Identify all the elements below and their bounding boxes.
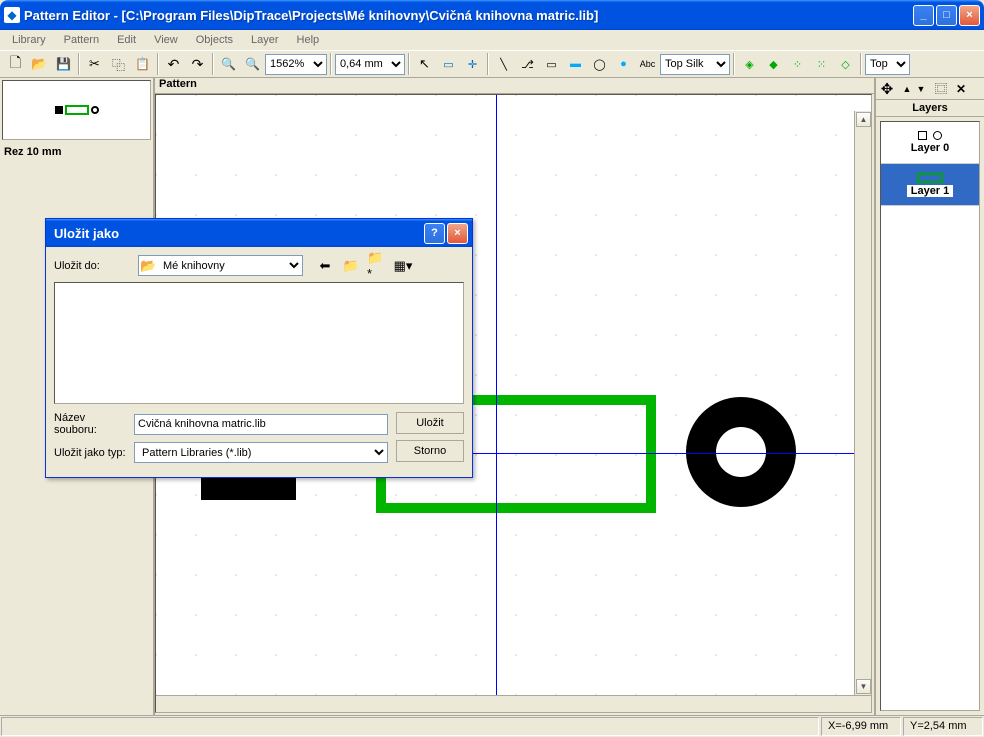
save-in-select[interactable]: Mé knihovny (138, 255, 303, 276)
polyline-tool-icon[interactable] (516, 53, 539, 75)
nav-views-icon[interactable]: ▦▾ (393, 256, 413, 276)
dialog-close-button[interactable]: × (447, 223, 468, 244)
status-bar: X=-6,99 mm Y=2,54 mm (0, 715, 984, 737)
window-titlebar: Pattern Editor - [C:\Program Files\DipTr… (0, 0, 984, 30)
layer-row-1[interactable]: Layer 1 (881, 164, 979, 206)
dialog-title: Uložit jako (50, 226, 422, 241)
filetype-select[interactable]: Pattern Libraries (*.lib) (134, 442, 388, 463)
status-x-coord: X=-6,99 mm (821, 717, 901, 736)
window-minimize-button[interactable]: _ (913, 5, 934, 26)
pointer-tool-icon[interactable] (413, 53, 436, 75)
status-message (1, 717, 819, 736)
layer-row-0[interactable]: Layer 0 (881, 122, 979, 164)
layer-label: Layer 1 (907, 185, 954, 197)
status-y-coord: Y=2,54 mm (903, 717, 983, 736)
thumb-body-icon (65, 105, 89, 115)
scroll-up-icon[interactable]: ▲ (856, 112, 871, 127)
file-list-area[interactable] (54, 282, 464, 404)
pad-tool-1-icon[interactable] (738, 53, 761, 75)
window-title: Pattern Editor - [C:\Program Files\DipTr… (24, 8, 913, 23)
move-layer-icon[interactable] (878, 80, 896, 98)
layers-title: Layers (876, 100, 984, 117)
main-toolbar: 1562% 0,64 mm Top Silk Top (0, 50, 984, 78)
menu-objects[interactable]: Objects (188, 32, 241, 48)
layer0-square-icon (918, 131, 927, 140)
nav-up-icon[interactable]: 📁 (341, 256, 361, 276)
zoom-out-icon[interactable] (241, 53, 264, 75)
menu-layer[interactable]: Layer (243, 32, 287, 48)
dialog-titlebar[interactable]: Uložit jako ? × (46, 219, 472, 247)
copy-icon[interactable] (107, 53, 130, 75)
scroll-down-icon[interactable]: ▼ (856, 679, 871, 694)
open-icon[interactable] (28, 53, 51, 75)
app-icon (4, 7, 20, 23)
line-tool-icon[interactable] (492, 53, 515, 75)
menu-bar: Library Pattern Edit View Objects Layer … (0, 30, 984, 50)
layers-list: Layer 0 Layer 1 (880, 121, 980, 711)
thumb-pad-square-icon (55, 106, 63, 114)
filled-circle-tool-icon[interactable] (612, 53, 635, 75)
save-as-dialog: Uložit jako ? × Uložit do: 📂 Mé knihovny… (45, 218, 473, 478)
pad-tool-4-icon[interactable] (810, 53, 833, 75)
filename-input[interactable] (134, 414, 388, 435)
save-button[interactable]: Uložit (396, 412, 464, 434)
pad-tool-2-icon[interactable] (762, 53, 785, 75)
menu-pattern[interactable]: Pattern (56, 32, 107, 48)
window-maximize-button[interactable]: □ (936, 5, 957, 26)
delete-layer-icon[interactable] (952, 80, 970, 98)
filetype-label: Uložit jako typ: (54, 447, 134, 459)
nav-back-icon[interactable]: ⬅ (315, 256, 335, 276)
layer0-round-icon (933, 131, 942, 140)
vertical-scrollbar[interactable]: ▲ ▼ (854, 111, 871, 695)
select-tool-icon[interactable] (437, 53, 460, 75)
canvas-round-pad[interactable] (686, 397, 796, 507)
circle-tool-icon[interactable] (588, 53, 611, 75)
save-icon[interactable] (52, 53, 75, 75)
window-close-button[interactable]: × (959, 5, 980, 26)
new-icon[interactable] (4, 53, 27, 75)
origin-vertical-line (496, 95, 497, 712)
filename-label: Názevsouboru: (54, 412, 134, 436)
cut-icon[interactable] (83, 53, 106, 75)
undo-icon[interactable] (162, 53, 185, 75)
pad-tool-5-icon[interactable] (834, 53, 857, 75)
component-name[interactable]: Rez 10 mm (0, 142, 153, 162)
merge-layer-icon[interactable] (932, 80, 950, 98)
canvas-title: Pattern (155, 78, 874, 94)
menu-edit[interactable]: Edit (109, 32, 144, 48)
silk-layer-select[interactable]: Top Silk (660, 54, 730, 75)
menu-view[interactable]: View (146, 32, 186, 48)
layer1-body-icon (917, 173, 943, 183)
nav-newfolder-icon[interactable]: 📁* (367, 256, 387, 276)
dialog-help-button[interactable]: ? (424, 223, 445, 244)
save-in-label: Uložit do: (54, 260, 134, 272)
horizontal-scrollbar[interactable] (156, 695, 871, 712)
side-select[interactable]: Top (865, 54, 910, 75)
thumb-pad-round-icon (91, 106, 99, 114)
cancel-button[interactable]: Storno (396, 440, 464, 462)
text-tool-icon[interactable] (636, 53, 659, 75)
origin-tool-icon[interactable] (461, 53, 484, 75)
component-thumbnail[interactable] (2, 80, 151, 140)
filled-rectangle-tool-icon[interactable] (564, 53, 587, 75)
layers-panel: Layers Layer 0 Layer 1 (874, 78, 984, 715)
zoom-in-icon[interactable] (217, 53, 240, 75)
layer-down-icon[interactable] (912, 80, 930, 98)
menu-help[interactable]: Help (289, 32, 328, 48)
grid-select[interactable]: 0,64 mm (335, 54, 405, 75)
pad-tool-3-icon[interactable] (786, 53, 809, 75)
layer-label: Layer 0 (911, 142, 950, 154)
menu-library[interactable]: Library (4, 32, 54, 48)
rectangle-tool-icon[interactable] (540, 53, 563, 75)
zoom-select[interactable]: 1562% (265, 54, 327, 75)
paste-icon[interactable] (131, 53, 154, 75)
redo-icon[interactable] (186, 53, 209, 75)
